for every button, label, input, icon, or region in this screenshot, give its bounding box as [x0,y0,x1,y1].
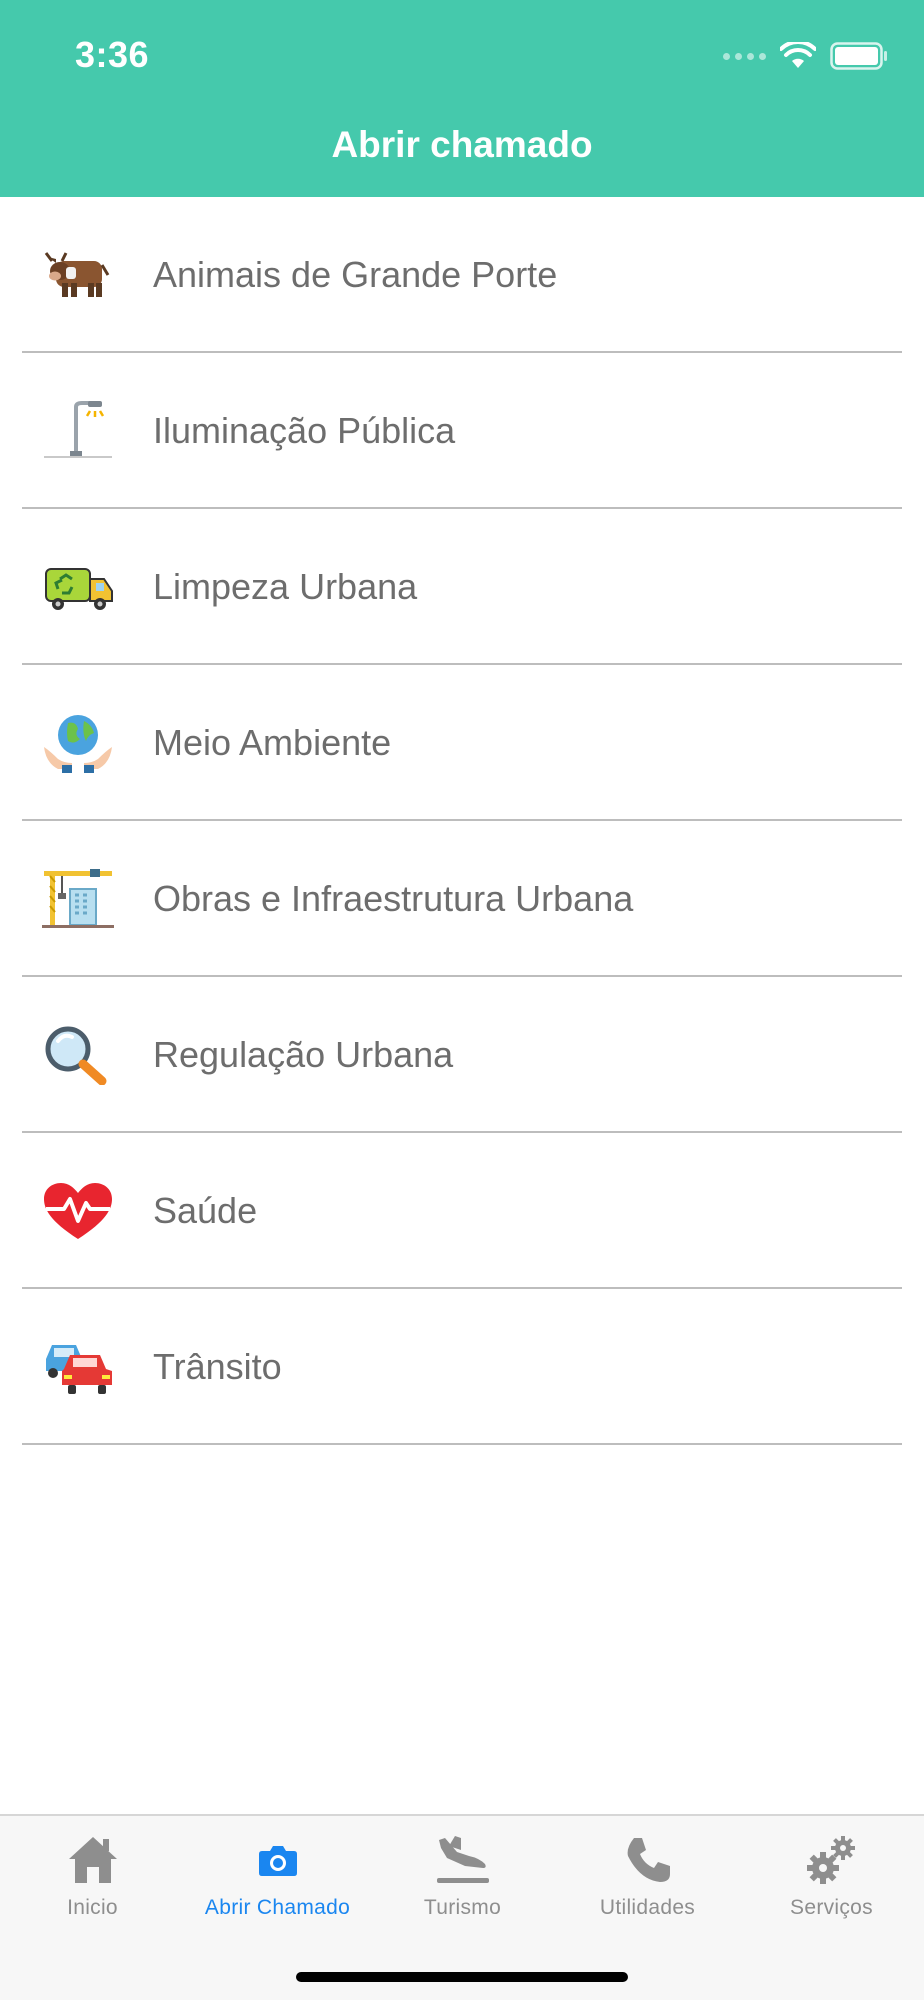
category-label: Obras e Infraestrutura Urbana [153,878,634,919]
camera-icon [248,1832,308,1888]
cars-icon [42,1337,114,1397]
category-item[interactable]: Meio Ambiente [0,665,924,821]
category-item[interactable]: Animais de Grande Porte [0,197,924,353]
tab-label: Turismo [423,1896,502,1919]
tab-abrir-chamado[interactable]: Abrir Chamado [185,1816,370,1936]
category-item[interactable]: Iluminação Pública [0,353,924,509]
globe-hands-icon [42,713,114,773]
tab-label: Abrir Chamado [204,1896,351,1919]
category-item[interactable]: Obras e Infraestrutura Urbana [0,821,924,977]
status-icons [723,40,888,72]
signal-dots-icon [723,52,766,60]
status-time: 3:36 [75,34,150,75]
category-item[interactable]: Limpeza Urbana [0,509,924,665]
construction-crane-icon [42,869,114,929]
category-label: Regulação Urbana [153,1034,454,1075]
wifi-icon [780,42,816,68]
home-icon [63,1832,123,1888]
category-label: Animais de Grande Porte [153,254,558,295]
tab-servicos[interactable]: Serviços [739,1816,924,1936]
category-item[interactable]: Saúde [0,1133,924,1289]
plane-landing-icon [433,1832,493,1888]
category-item[interactable]: Regulação Urbana [0,977,924,1133]
street-lamp-icon [42,401,114,461]
category-label: Meio Ambiente [153,722,392,763]
category-label: Iluminação Pública [153,410,456,451]
tab-label: Utilidades [599,1896,696,1919]
tab-label: Serviços [790,1896,873,1919]
garbage-truck-icon [42,557,114,617]
battery-icon [830,42,887,70]
header-bar: 3:36 Abrir chamado [0,0,924,197]
cow-icon [42,245,114,305]
tab-utilidades[interactable]: Utilidades [555,1816,740,1936]
category-label: Limpeza Urbana [153,566,418,607]
magnifier-icon [42,1025,114,1085]
heart-pulse-icon [42,1181,114,1241]
page-title: Abrir chamado [331,124,593,165]
category-label: Trânsito [153,1346,282,1387]
category-label: Saúde [153,1190,258,1231]
tab-turismo[interactable]: Turismo [370,1816,555,1936]
category-list: Animais de Grande Porte Iluminação Públi… [0,197,924,1445]
home-indicator [296,1972,628,1982]
gears-icon [802,1832,862,1888]
phone-icon [618,1832,678,1888]
tab-label: Inicio [67,1896,118,1919]
category-item[interactable]: Trânsito [0,1289,924,1445]
tab-inicio[interactable]: Inicio [0,1816,185,1936]
